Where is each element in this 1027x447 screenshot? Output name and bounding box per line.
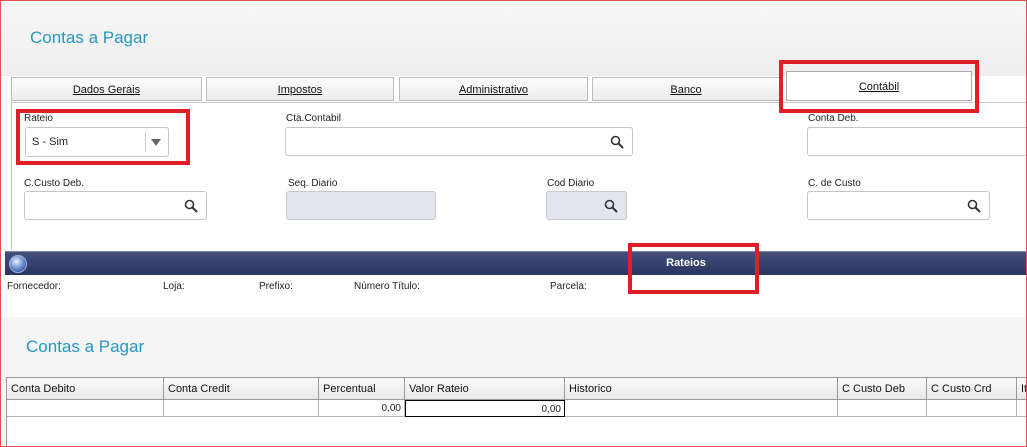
tab-impostos[interactable]: Impostos	[206, 77, 394, 101]
col-percentual[interactable]: Percentual	[319, 378, 405, 400]
window: Contas a Pagar Dados Gerais Impostos Adm…	[0, 0, 1027, 447]
search-icon[interactable]	[610, 135, 624, 149]
cell-c-custo-crd[interactable]	[927, 400, 1017, 417]
search-icon[interactable]	[184, 199, 198, 213]
cell-valor-rateio[interactable]: 0,00	[405, 400, 565, 417]
contabil-form: Rateio S - Sim Cta.Contabil Conta Deb. C…	[11, 102, 1026, 250]
col-conta-debito[interactable]: Conta Debito	[7, 378, 164, 400]
header: Contas a Pagar	[2, 2, 1026, 76]
cod-diario-label: Cod Diario	[547, 178, 595, 189]
seq-diario-label: Seq. Diario	[288, 178, 338, 189]
col-c-custo-deb[interactable]: C Custo Deb	[838, 378, 927, 400]
ccusto-deb-field[interactable]	[24, 191, 207, 220]
tab-contabil[interactable]: Contábil	[786, 71, 972, 101]
parcela-label: Parcela:	[550, 281, 587, 292]
tab-dados-gerais[interactable]: Dados Gerais	[11, 77, 202, 101]
cell-conta-debito[interactable]	[7, 400, 164, 417]
c-de-custo-field[interactable]	[807, 191, 990, 220]
cod-diario-field	[546, 191, 627, 220]
fornecedor-label: Fornecedor:	[7, 281, 61, 292]
rateio-select[interactable]: S - Sim	[25, 127, 169, 157]
cell-it[interactable]	[1017, 400, 1026, 417]
rateios-dialog-titlebar[interactable]: Rateios	[5, 251, 1026, 275]
c-de-custo-label: C. de Custo	[808, 178, 861, 189]
prefixo-label: Prefixo:	[259, 281, 293, 292]
rateio-label: Rateio	[24, 113, 53, 124]
col-it[interactable]: It	[1017, 378, 1026, 400]
cta-contabil-field[interactable]	[285, 127, 633, 156]
conta-deb-label: Conta Deb.	[808, 113, 859, 124]
col-conta-credit[interactable]: Conta Credit	[164, 378, 319, 400]
tab-administrativo[interactable]: Administrativo	[399, 77, 588, 101]
dialog-subtitle: Contas a Pagar	[26, 337, 145, 356]
col-valor-rateio[interactable]: Valor Rateio	[405, 378, 565, 400]
cell-c-custo-deb[interactable]	[838, 400, 927, 417]
ccusto-deb-label: C.Custo Deb.	[24, 178, 85, 189]
cell-conta-credit[interactable]	[164, 400, 319, 417]
page-title: Contas a Pagar	[30, 28, 149, 47]
search-icon[interactable]	[967, 199, 981, 213]
tab-bar: Dados Gerais Impostos Administrativo Ban…	[11, 71, 1026, 103]
rateios-grid: Conta Debito Conta Credit Percentual Val…	[6, 377, 1026, 446]
select-divider	[145, 131, 146, 152]
search-icon[interactable]	[604, 199, 618, 213]
cell-percentual[interactable]: 0,00	[319, 400, 405, 417]
rateio-value: S - Sim	[32, 136, 69, 148]
seq-diario-field	[286, 191, 436, 220]
dialog-info-row: Fornecedor: Loja: Prefixo: Número Título…	[1, 275, 1026, 315]
dialog-title: Rateios	[666, 257, 706, 269]
loja-label: Loja:	[163, 281, 185, 292]
cell-historico[interactable]	[565, 400, 838, 417]
conta-deb-field[interactable]	[807, 127, 1026, 156]
cta-contabil-label: Cta.Contabil	[286, 113, 342, 124]
numero-titulo-label: Número Título:	[354, 281, 420, 292]
col-historico[interactable]: Historico	[565, 378, 838, 400]
tab-banco[interactable]: Banco	[592, 77, 780, 101]
col-c-custo-crd[interactable]: C Custo Crd	[927, 378, 1017, 400]
chevron-down-icon[interactable]	[151, 139, 161, 146]
